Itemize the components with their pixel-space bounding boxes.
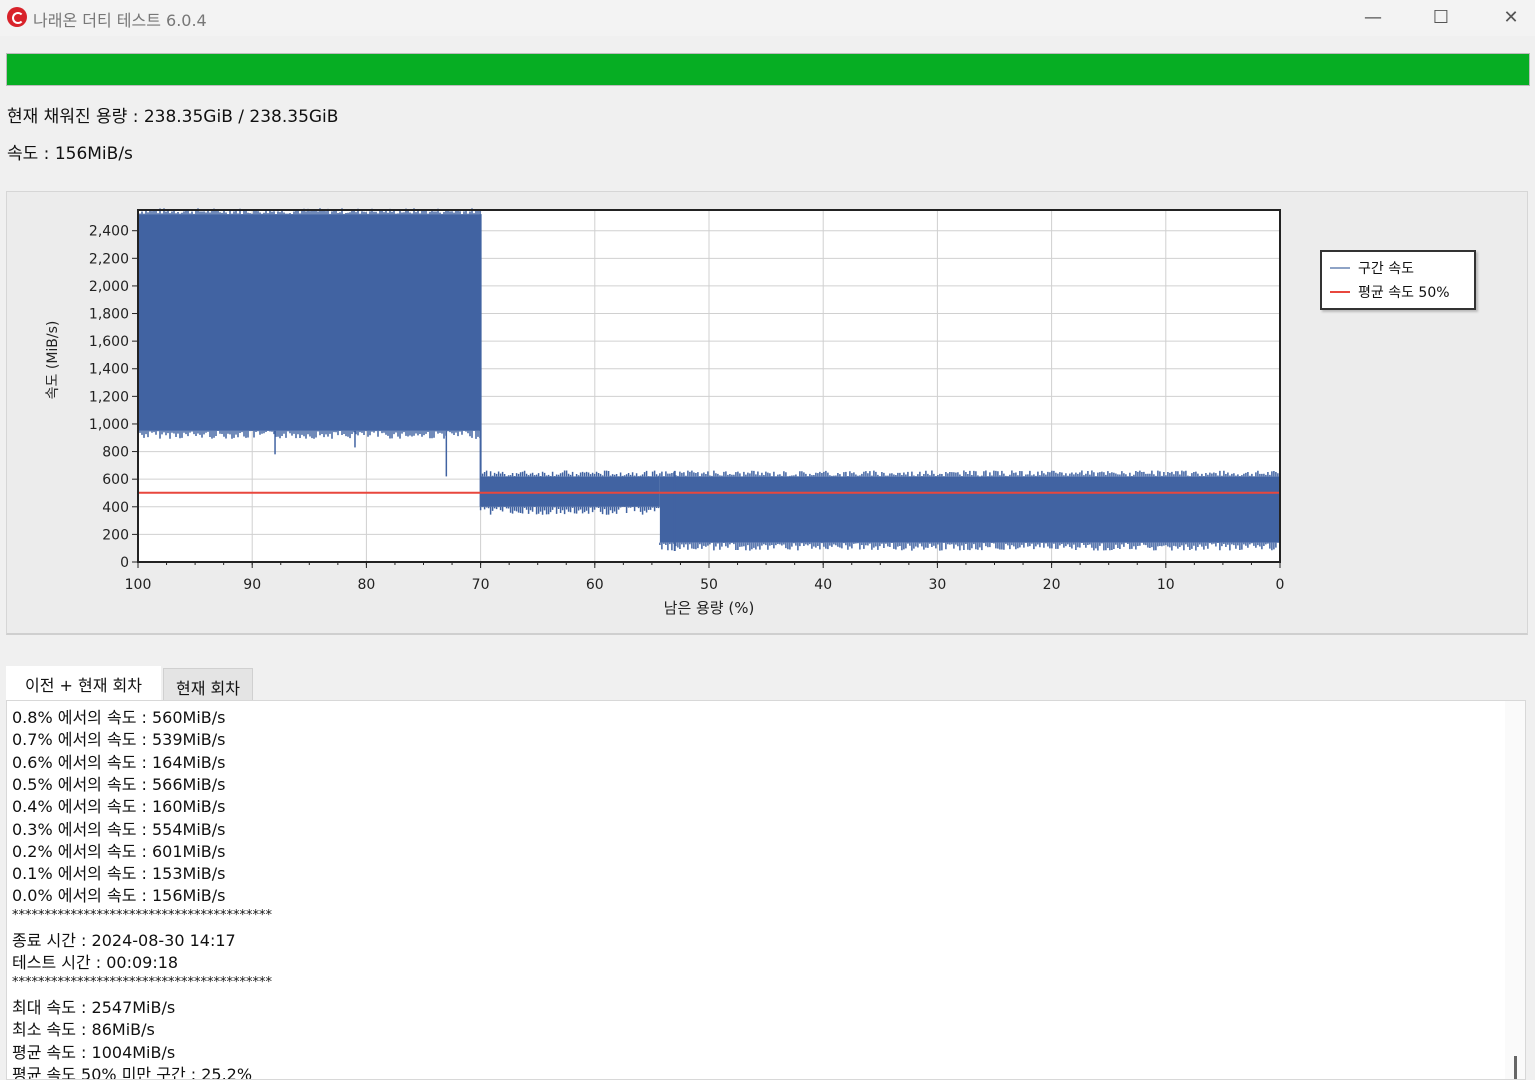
speed-band: [659, 476, 1280, 543]
log-line: 0.8% 에서의 속도 : 560MiB/s: [12, 708, 226, 727]
progress-fill: [7, 54, 1529, 85]
result-log[interactable]: 0.8% 에서의 속도 : 560MiB/s 0.7% 에서의 속도 : 539M…: [6, 700, 1526, 1080]
speed-band: [480, 476, 660, 507]
legend-item-average-speed: 평균 속도 50%: [1330, 282, 1450, 302]
app-logo-icon: [7, 7, 27, 27]
log-line: 0.7% 에서의 속도 : 539MiB/s: [12, 730, 226, 750]
log-line: 0.0% 에서의 속도 : 156MiB/s: [12, 886, 226, 906]
log-line: 0.2% 에서의 속도 : 601MiB/s: [12, 841, 226, 861]
log-line: ****************************************: [12, 974, 272, 990]
y-tick-label: 600: [102, 472, 129, 488]
chart-legend: 구간 속도 평균 속도 50%: [1320, 250, 1476, 310]
y-tick-label: 2,200: [89, 251, 129, 267]
x-tick-label: 30: [928, 577, 946, 593]
tab-previous-and-current[interactable]: 이전 + 현재 회차: [6, 666, 161, 700]
x-tick-label: 0: [1276, 577, 1285, 593]
log-line: 평균 속도 50% 미만 구간 : 25.2%: [12, 1064, 253, 1080]
x-axis-label: 남은 용량 (%): [664, 599, 755, 617]
log-line: 최소 속도 : 86MiB/s: [12, 1020, 155, 1040]
y-tick-label: 1,200: [89, 389, 129, 405]
x-tick-label: 100: [125, 577, 152, 593]
close-button[interactable]: ✕: [1482, 0, 1535, 34]
log-line: 0.5% 에서의 속도 : 566MiB/s: [12, 774, 226, 794]
log-line: 테스트 시간 : 00:09:18: [12, 953, 179, 973]
log-line: 종료 시간 : 2024-08-30 14:17: [12, 931, 236, 950]
x-tick-label: 40: [814, 577, 832, 593]
y-tick-label: 800: [102, 445, 129, 461]
legend-swatch-red: [1330, 291, 1350, 293]
maximize-button[interactable]: ☐: [1412, 0, 1470, 34]
speed-chart: 100 90 80 70 60 50 40 30 20 10 002004006008001,000…: [45, 208, 1285, 617]
y-tick-label: 1,000: [89, 417, 129, 433]
speed-band: [138, 214, 481, 431]
log-scroll-thumb[interactable]: [1514, 1056, 1517, 1079]
log-line: 최대 속도 : 2547MiB/s: [12, 997, 176, 1017]
y-tick-label: 0: [120, 555, 129, 571]
minimize-button[interactable]: —: [1344, 0, 1402, 34]
legend-label: 평균 속도 50%: [1358, 285, 1450, 301]
x-tick-label: 50: [700, 577, 718, 593]
x-tick-label: 20: [1043, 577, 1061, 593]
x-tick-label: 60: [586, 577, 604, 593]
y-tick-label: 1,800: [89, 307, 129, 323]
filled-capacity-text: 현재 채워진 용량 : 238.35GiB / 238.35GiB: [7, 107, 339, 127]
log-line: 평균 속도 : 1004MiB/s: [12, 1042, 176, 1062]
legend-swatch-blue: [1330, 267, 1350, 269]
y-tick-label: 1,400: [89, 362, 129, 378]
y-tick-label: 200: [102, 527, 129, 543]
legend-item-interval-speed: 구간 속도: [1330, 258, 1414, 278]
log-scrollbar[interactable]: [1505, 701, 1525, 1079]
log-line: ****************************************: [12, 907, 272, 923]
log-line: 0.6% 에서의 속도 : 164MiB/s: [12, 752, 226, 772]
x-tick-label: 10: [1157, 577, 1175, 593]
log-line: 0.4% 에서의 속도 : 160MiB/s: [12, 797, 226, 817]
y-axis-label: 속도 (MiB/s): [45, 321, 61, 400]
x-tick-label: 80: [357, 577, 375, 593]
title-bar: 나래온 더티 테스트 6.0.4 — ☐ ✕: [0, 0, 1535, 36]
log-line: 0.1% 에서의 속도 : 153MiB/s: [12, 864, 226, 884]
speed-chart-panel: 100 90 80 70 60 50 40 30 20 10 0 0 200 400 600 800 1,000…: [6, 191, 1528, 635]
progress-bar: [6, 53, 1530, 86]
window-title: 나래온 더티 테스트 6.0.4: [33, 11, 207, 30]
legend-label: 구간 속도: [1358, 261, 1414, 277]
x-tick-label: 90: [243, 577, 261, 593]
y-tick-label: 2,400: [89, 224, 129, 240]
y-tick-label: 1,600: [89, 334, 129, 350]
y-tick-label: 400: [102, 500, 129, 516]
x-tick-label: 70: [472, 577, 490, 593]
speed-text: 속도 : 156MiB/s: [7, 144, 133, 164]
log-line: 0.3% 에서의 속도 : 554MiB/s: [12, 819, 226, 839]
tab-current[interactable]: 현재 회차: [163, 668, 253, 700]
y-tick-label: 2,000: [89, 279, 129, 295]
